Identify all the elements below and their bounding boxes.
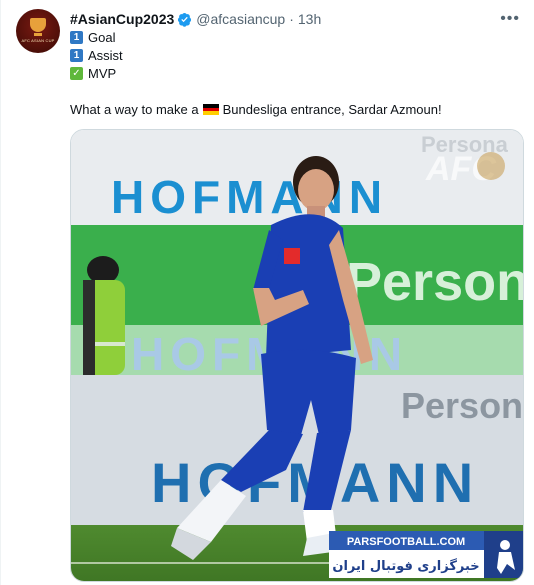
check-mark-icon: ✓ <box>70 67 83 80</box>
avatar-title: AFC ASIAN CUP <box>21 37 55 43</box>
badge-text: خبرگزاری فوتبال ایران <box>332 558 479 574</box>
board-top-text: HOFMANN <box>111 171 388 223</box>
tweet-header: #AsianCup2023 @afcasiancup · 13h <box>70 10 321 28</box>
stat-mvp-text: MVP <box>88 66 117 81</box>
more-options-icon[interactable]: ••• <box>500 10 520 28</box>
runner-icon <box>500 540 510 550</box>
avatar[interactable]: AFC ASIAN CUP <box>16 9 60 53</box>
photo-canvas: HOFMANN Persona Person HOFMANN Person HO… <box>71 130 524 581</box>
badge-brand: PARSFOOTBALL.COM <box>347 536 465 548</box>
germany-flag-icon <box>202 104 219 115</box>
account-name[interactable]: #AsianCup2023 <box>70 10 174 28</box>
parsfootball-badge: PARSFOOTBALL.COM خبرگزاری فوتبال ایران <box>329 531 523 578</box>
tweet-body: What a way to make a Bundesliga entrance… <box>70 101 442 118</box>
stat-line-assist: 1 Assist <box>70 47 123 64</box>
account-handle[interactable]: @afcasiancup <box>196 10 285 28</box>
tweet-photo[interactable]: HOFMANN Persona Person HOFMANN Person HO… <box>70 129 524 582</box>
green-board-text: Person <box>346 252 524 312</box>
tweet-time[interactable]: 13h <box>298 10 321 28</box>
tweet-body-end: Bundesliga entrance, Sardar Azmoun! <box>222 102 442 117</box>
tweet-body-start: What a way to make a <box>70 102 199 117</box>
trophy-icon <box>30 17 46 32</box>
stat-line-mvp: ✓ MVP <box>70 65 116 82</box>
keycap-one-icon: 1 <box>70 31 83 44</box>
keycap-one-icon: 1 <box>70 49 83 62</box>
stat-goal-text: Goal <box>88 30 116 45</box>
sponsor-badge <box>284 248 300 264</box>
watermark-emblem-icon <box>477 152 505 180</box>
stat-line-goal: 1 Goal <box>70 29 115 46</box>
stat-assist-text: Assist <box>88 48 123 63</box>
verified-badge-icon <box>178 12 192 27</box>
board-low-right-text: Person <box>401 385 523 426</box>
tweet[interactable]: AFC ASIAN CUP #AsianCup2023 @afcasiancup… <box>0 0 534 585</box>
header-separator: · <box>289 11 294 27</box>
